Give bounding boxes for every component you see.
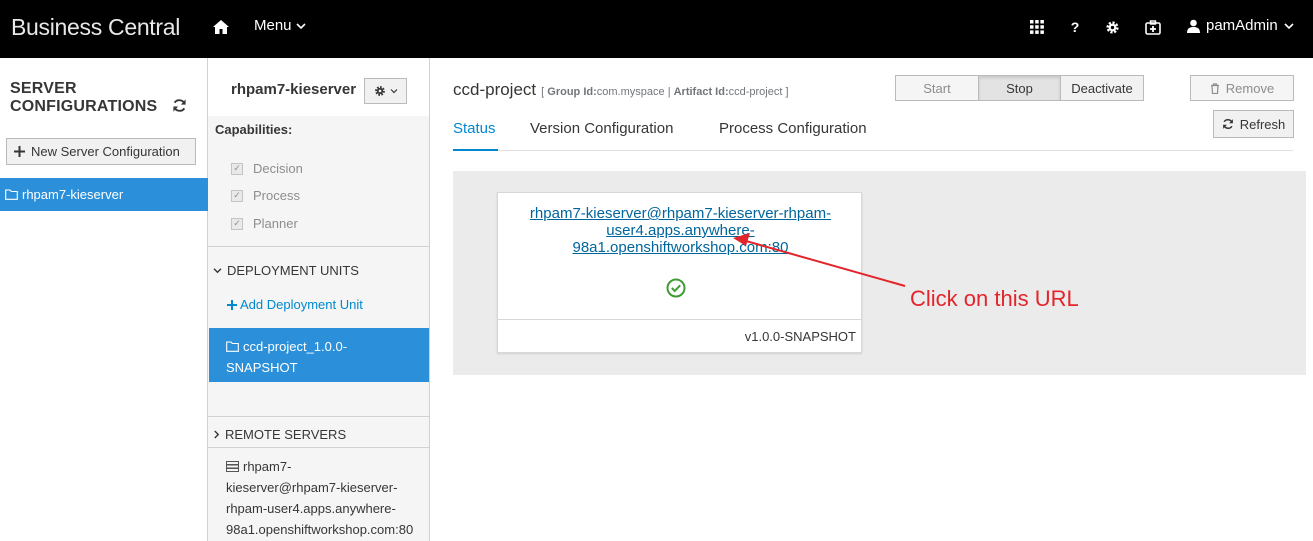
server-icon xyxy=(226,461,239,472)
checkbox: ✓ xyxy=(231,189,243,202)
capability-process: ✓ Process xyxy=(231,188,300,203)
sidebar-item-rhpam7-kieserver[interactable]: rhpam7-kieserver xyxy=(0,178,208,211)
stop-button[interactable]: Stop xyxy=(978,75,1061,101)
tab-version-configuration[interactable]: Version Configuration xyxy=(530,120,673,151)
checkbox: ✓ xyxy=(231,217,243,230)
divider xyxy=(208,246,429,247)
server-header: rhpam7-kieserver xyxy=(208,58,429,116)
capability-planner: ✓ Planner xyxy=(231,216,298,231)
server-details-panel: rhpam7-kieserver Capabilities: ✓ Decisio… xyxy=(208,58,430,541)
new-server-label: New Server Configuration xyxy=(31,144,180,159)
main-content: ccd-project [ Group Id:com.myspace | Art… xyxy=(431,58,1313,541)
server-name: rhpam7-kieserver xyxy=(231,81,357,98)
remote-server-item[interactable]: rhpam7- kieserver@rhpam7-kieserver- rhpa… xyxy=(226,456,430,540)
admin-kit-icon[interactable] xyxy=(1144,18,1162,36)
refresh-icon[interactable] xyxy=(172,98,187,113)
apps-grid-icon[interactable] xyxy=(1028,18,1046,36)
project-name: ccd-project xyxy=(453,80,537,99)
gear-icon[interactable] xyxy=(1103,18,1121,36)
chevron-down-icon xyxy=(390,89,397,94)
version-label: v1.0.0-SNAPSHOT xyxy=(498,319,861,353)
new-server-configuration-button[interactable]: New Server Configuration xyxy=(6,138,196,165)
folder-icon xyxy=(5,189,18,200)
add-deployment-unit-link[interactable]: Add Deployment Unit xyxy=(227,297,363,312)
menu-dropdown[interactable]: Menu xyxy=(254,17,306,34)
trash-icon xyxy=(1210,82,1219,94)
checkbox: ✓ xyxy=(231,162,243,175)
chevron-down-icon xyxy=(213,268,222,274)
user-icon xyxy=(1187,19,1200,33)
server-configurations-title: SERVER CONFIGURATIONS xyxy=(10,80,158,115)
user-menu[interactable]: pamAdmin xyxy=(1187,17,1294,34)
remote-servers-header[interactable]: REMOTE SERVERS xyxy=(213,427,346,442)
folder-icon xyxy=(226,341,239,352)
tab-status[interactable]: Status xyxy=(453,120,498,151)
top-navbar: Business Central Menu ? pamAdmin xyxy=(0,0,1313,58)
server-url-link[interactable]: rhpam7-kieserver@rhpam7-kieserver-rhpam-… xyxy=(508,205,853,256)
gear-icon xyxy=(374,86,385,96)
user-name: pamAdmin xyxy=(1206,17,1278,34)
capability-decision: ✓ Decision xyxy=(231,161,303,176)
deactivate-button[interactable]: Deactivate xyxy=(1060,75,1144,101)
server-settings-dropdown[interactable] xyxy=(364,78,407,104)
chevron-down-icon xyxy=(1284,22,1294,29)
divider xyxy=(208,416,429,417)
annotation-text: Click on this URL xyxy=(910,286,1079,311)
divider xyxy=(208,447,429,448)
deployment-units-header[interactable]: DEPLOYMENT UNITS xyxy=(213,263,359,278)
tab-bar: Status Version Configuration Process Con… xyxy=(453,120,1293,151)
chevron-down-icon xyxy=(295,22,306,29)
status-ok-icon xyxy=(666,278,686,298)
capabilities-label: Capabilities: xyxy=(215,122,293,137)
page-title: ccd-project [ Group Id:com.myspace | Art… xyxy=(453,80,789,100)
start-button[interactable]: Start xyxy=(895,75,979,101)
server-configurations-panel: SERVER CONFIGURATIONS New Server Configu… xyxy=(0,58,208,541)
project-metadata: [ Group Id:com.myspace | Artifact Id:ccd… xyxy=(541,86,789,98)
tab-process-configuration[interactable]: Process Configuration xyxy=(719,120,867,151)
server-instance-card: rhpam7-kieserver@rhpam7-kieserver-rhpam-… xyxy=(497,192,862,353)
home-icon[interactable] xyxy=(212,18,230,36)
plus-icon xyxy=(227,299,237,310)
chevron-right-icon xyxy=(214,430,220,439)
help-icon[interactable]: ? xyxy=(1066,18,1084,36)
plus-icon xyxy=(14,146,25,157)
menu-label: Menu xyxy=(254,17,292,34)
status-panel: rhpam7-kieserver@rhpam7-kieserver-rhpam-… xyxy=(453,171,1306,375)
server-item-label: rhpam7-kieserver xyxy=(22,187,124,202)
brand-logo[interactable]: Business Central xyxy=(11,14,180,41)
remove-button[interactable]: Remove xyxy=(1190,75,1294,101)
deployment-unit-ccd-project[interactable]: ccd-project_1.0.0- SNAPSHOT xyxy=(209,328,429,382)
